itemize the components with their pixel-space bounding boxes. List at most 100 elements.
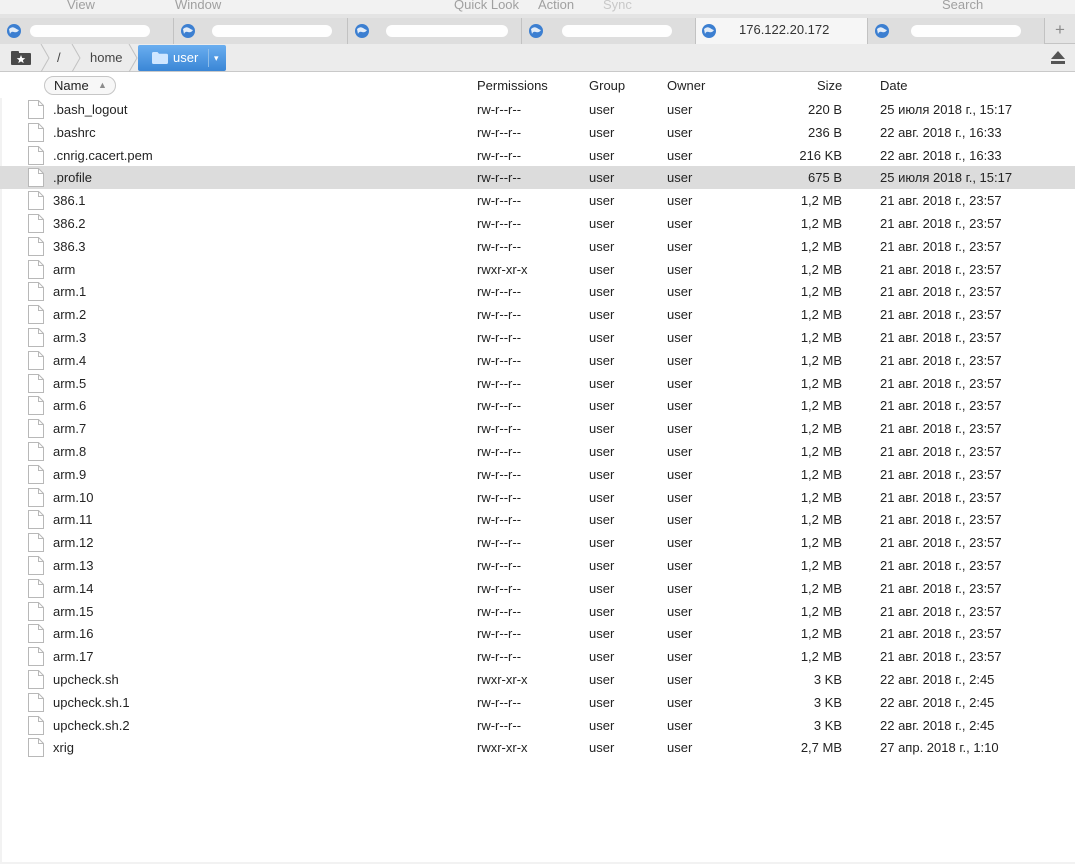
file-date: 21 авг. 2018 г., 23:57 bbox=[880, 580, 1002, 596]
file-date: 22 авг. 2018 г., 2:45 bbox=[880, 717, 995, 733]
toolbar-window-label[interactable]: Window bbox=[175, 0, 221, 12]
file-group: user bbox=[589, 170, 615, 186]
file-permissions: rwxr-xr-x bbox=[477, 740, 528, 756]
tab-connection-1[interactable] bbox=[0, 18, 174, 44]
file-size: 1,2 MB bbox=[800, 649, 842, 665]
file-size: 1,2 MB bbox=[800, 284, 842, 300]
tab-connection-3[interactable] bbox=[348, 18, 522, 44]
column-header-size[interactable]: Size bbox=[817, 78, 842, 93]
toolbar-search-label[interactable]: Search bbox=[942, 0, 983, 12]
document-icon bbox=[28, 692, 44, 712]
breadcrumb-root[interactable]: / bbox=[57, 50, 61, 65]
file-date: 21 авг. 2018 г., 23:57 bbox=[880, 261, 1002, 277]
file-size: 1,2 MB bbox=[800, 352, 842, 368]
file-row[interactable]: arm.10 rw-r--r-- user user 1,2 MB 21 авг. 201… bbox=[0, 486, 1075, 509]
breadcrumb-separator-icon bbox=[71, 44, 81, 72]
file-name: .cnrig.cacert.pem bbox=[53, 147, 153, 163]
column-header-date[interactable]: Date bbox=[880, 78, 907, 93]
breadcrumb-home[interactable]: home bbox=[90, 50, 123, 65]
column-header-owner[interactable]: Owner bbox=[667, 78, 705, 93]
chevron-down-icon[interactable]: ▾ bbox=[214, 53, 219, 64]
toolbar-quick-look-label[interactable]: Quick Look bbox=[454, 0, 519, 12]
file-row[interactable]: arm.14 rw-r--r-- user user 1,2 MB 21 авг. 201… bbox=[0, 577, 1075, 600]
file-row[interactable]: arm.16 rw-r--r-- user user 1,2 MB 21 авг. 201… bbox=[0, 622, 1075, 645]
file-row[interactable]: .bash_logout rw-r--r-- user user 220 B 25 июл… bbox=[0, 98, 1075, 121]
document-icon bbox=[28, 168, 44, 188]
file-size: 2,7 MB bbox=[800, 740, 842, 756]
file-size: 1,2 MB bbox=[800, 307, 842, 323]
file-row[interactable]: upcheck.sh.1 rw-r--r-- user user 3 KB 22 авг.… bbox=[0, 691, 1075, 714]
file-row[interactable]: arm.12 rw-r--r-- user user 1,2 MB 21 авг. 201… bbox=[0, 531, 1075, 554]
globe-icon bbox=[875, 24, 889, 38]
breadcrumb-divider bbox=[208, 49, 209, 67]
file-row[interactable]: arm.15 rw-r--r-- user user 1,2 MB 21 авг. 201… bbox=[0, 600, 1075, 623]
file-owner: user bbox=[667, 102, 693, 117]
file-size: 675 B bbox=[808, 170, 842, 186]
file-row[interactable]: arm.11 rw-r--r-- user user 1,2 MB 21 авг. 201… bbox=[0, 508, 1075, 531]
file-name: upcheck.sh bbox=[53, 671, 119, 687]
add-tab-button[interactable]: + bbox=[1045, 18, 1075, 44]
file-row[interactable]: arm.1 rw-r--r-- user user 1,2 MB 21 авг. 2018… bbox=[0, 280, 1075, 303]
document-icon bbox=[28, 601, 44, 621]
tab-connection-6[interactable] bbox=[868, 18, 1045, 44]
file-row[interactable]: arm.7 rw-r--r-- user user 1,2 MB 21 авг. 2018… bbox=[0, 417, 1075, 440]
toolbar-sync-label[interactable]: Sync bbox=[603, 0, 632, 12]
file-owner: user bbox=[667, 398, 693, 414]
file-row[interactable]: .bashrc rw-r--r-- user user 236 B 22 авг. 201… bbox=[0, 121, 1075, 144]
eject-icon[interactable] bbox=[1051, 51, 1065, 64]
file-name: arm.8 bbox=[53, 443, 87, 459]
tab-connection-4[interactable] bbox=[522, 18, 696, 44]
file-row[interactable]: 386.1 rw-r--r-- user user 1,2 MB 21 авг. 2018… bbox=[0, 189, 1075, 212]
document-icon bbox=[28, 145, 44, 165]
file-permissions: rw-r--r-- bbox=[477, 375, 522, 391]
file-row[interactable]: arm.8 rw-r--r-- user user 1,2 MB 21 авг. 2018… bbox=[0, 440, 1075, 463]
breadcrumb-current[interactable]: user ▾ bbox=[138, 45, 226, 71]
file-owner: user bbox=[667, 375, 693, 391]
file-row[interactable]: arm.4 rw-r--r-- user user 1,2 MB 21 авг. 2018… bbox=[0, 349, 1075, 372]
file-permissions: rw-r--r-- bbox=[477, 124, 522, 140]
file-owner: user bbox=[667, 147, 693, 163]
file-owner: user bbox=[667, 124, 693, 140]
file-size: 1,2 MB bbox=[800, 193, 842, 209]
document-icon bbox=[28, 350, 44, 370]
file-row[interactable]: xrig rwxr-xr-x user user 2,7 MB 27 апр. 2018 … bbox=[0, 736, 1075, 759]
file-row[interactable]: upcheck.sh.2 rw-r--r-- user user 3 KB 22 авг.… bbox=[0, 714, 1075, 737]
document-icon bbox=[28, 213, 44, 233]
file-name: arm.11 bbox=[53, 512, 93, 528]
file-permissions: rwxr-xr-x bbox=[477, 671, 528, 687]
file-row[interactable]: 386.2 rw-r--r-- user user 1,2 MB 21 авг. 2018… bbox=[0, 212, 1075, 235]
file-row[interactable]: arm.17 rw-r--r-- user user 1,2 MB 21 авг. 201… bbox=[0, 645, 1075, 668]
tab-title bbox=[386, 25, 508, 37]
file-permissions: rw-r--r-- bbox=[477, 443, 522, 459]
file-owner: user bbox=[667, 580, 693, 596]
file-row[interactable]: arm.6 rw-r--r-- user user 1,2 MB 21 авг. 2018… bbox=[0, 394, 1075, 417]
file-group: user bbox=[589, 466, 615, 482]
bookmarks-star-icon[interactable] bbox=[10, 50, 32, 66]
toolbar-action-label[interactable]: Action bbox=[538, 0, 574, 12]
column-header-permissions[interactable]: Permissions bbox=[477, 78, 548, 93]
file-row[interactable]: arm.3 rw-r--r-- user user 1,2 MB 21 авг. 2018… bbox=[0, 326, 1075, 349]
tab-connection-2[interactable] bbox=[174, 18, 348, 44]
tab-connection-active[interactable]: 176.122.20.172 bbox=[696, 18, 868, 44]
file-row[interactable]: upcheck.sh rwxr-xr-x user user 3 KB 22 авг. 2… bbox=[0, 668, 1075, 691]
file-owner: user bbox=[667, 466, 693, 482]
column-header-group[interactable]: Group bbox=[589, 78, 625, 93]
file-row[interactable]: .cnrig.cacert.pem rw-r--r-- user user 216 KB… bbox=[0, 144, 1075, 167]
document-icon bbox=[28, 487, 44, 507]
file-row[interactable]: arm.2 rw-r--r-- user user 1,2 MB 21 авг. 2018… bbox=[0, 303, 1075, 326]
document-icon bbox=[28, 305, 44, 325]
file-row[interactable]: arm rwxr-xr-x user user 1,2 MB 21 авг. 2018 г… bbox=[0, 258, 1075, 281]
file-row[interactable]: arm.5 rw-r--r-- user user 1,2 MB 21 авг. 2018… bbox=[0, 372, 1075, 395]
toolbar-view-label[interactable]: View bbox=[67, 0, 95, 12]
file-group: user bbox=[589, 147, 615, 163]
file-group: user bbox=[589, 307, 615, 323]
document-icon bbox=[28, 464, 44, 484]
file-size: 1,2 MB bbox=[800, 261, 842, 277]
file-row[interactable]: arm.13 rw-r--r-- user user 1,2 MB 21 авг. 201… bbox=[0, 554, 1075, 577]
file-row[interactable]: .profile rw-r--r-- user user 675 B 25 июля 20… bbox=[0, 166, 1075, 190]
file-group: user bbox=[589, 329, 615, 345]
file-row[interactable]: 386.3 rw-r--r-- user user 1,2 MB 21 авг. 2018… bbox=[0, 235, 1075, 258]
column-header-name[interactable]: Name ▲ bbox=[44, 76, 116, 95]
file-owner: user bbox=[667, 740, 693, 756]
file-row[interactable]: arm.9 rw-r--r-- user user 1,2 MB 21 авг. 2018… bbox=[0, 463, 1075, 486]
